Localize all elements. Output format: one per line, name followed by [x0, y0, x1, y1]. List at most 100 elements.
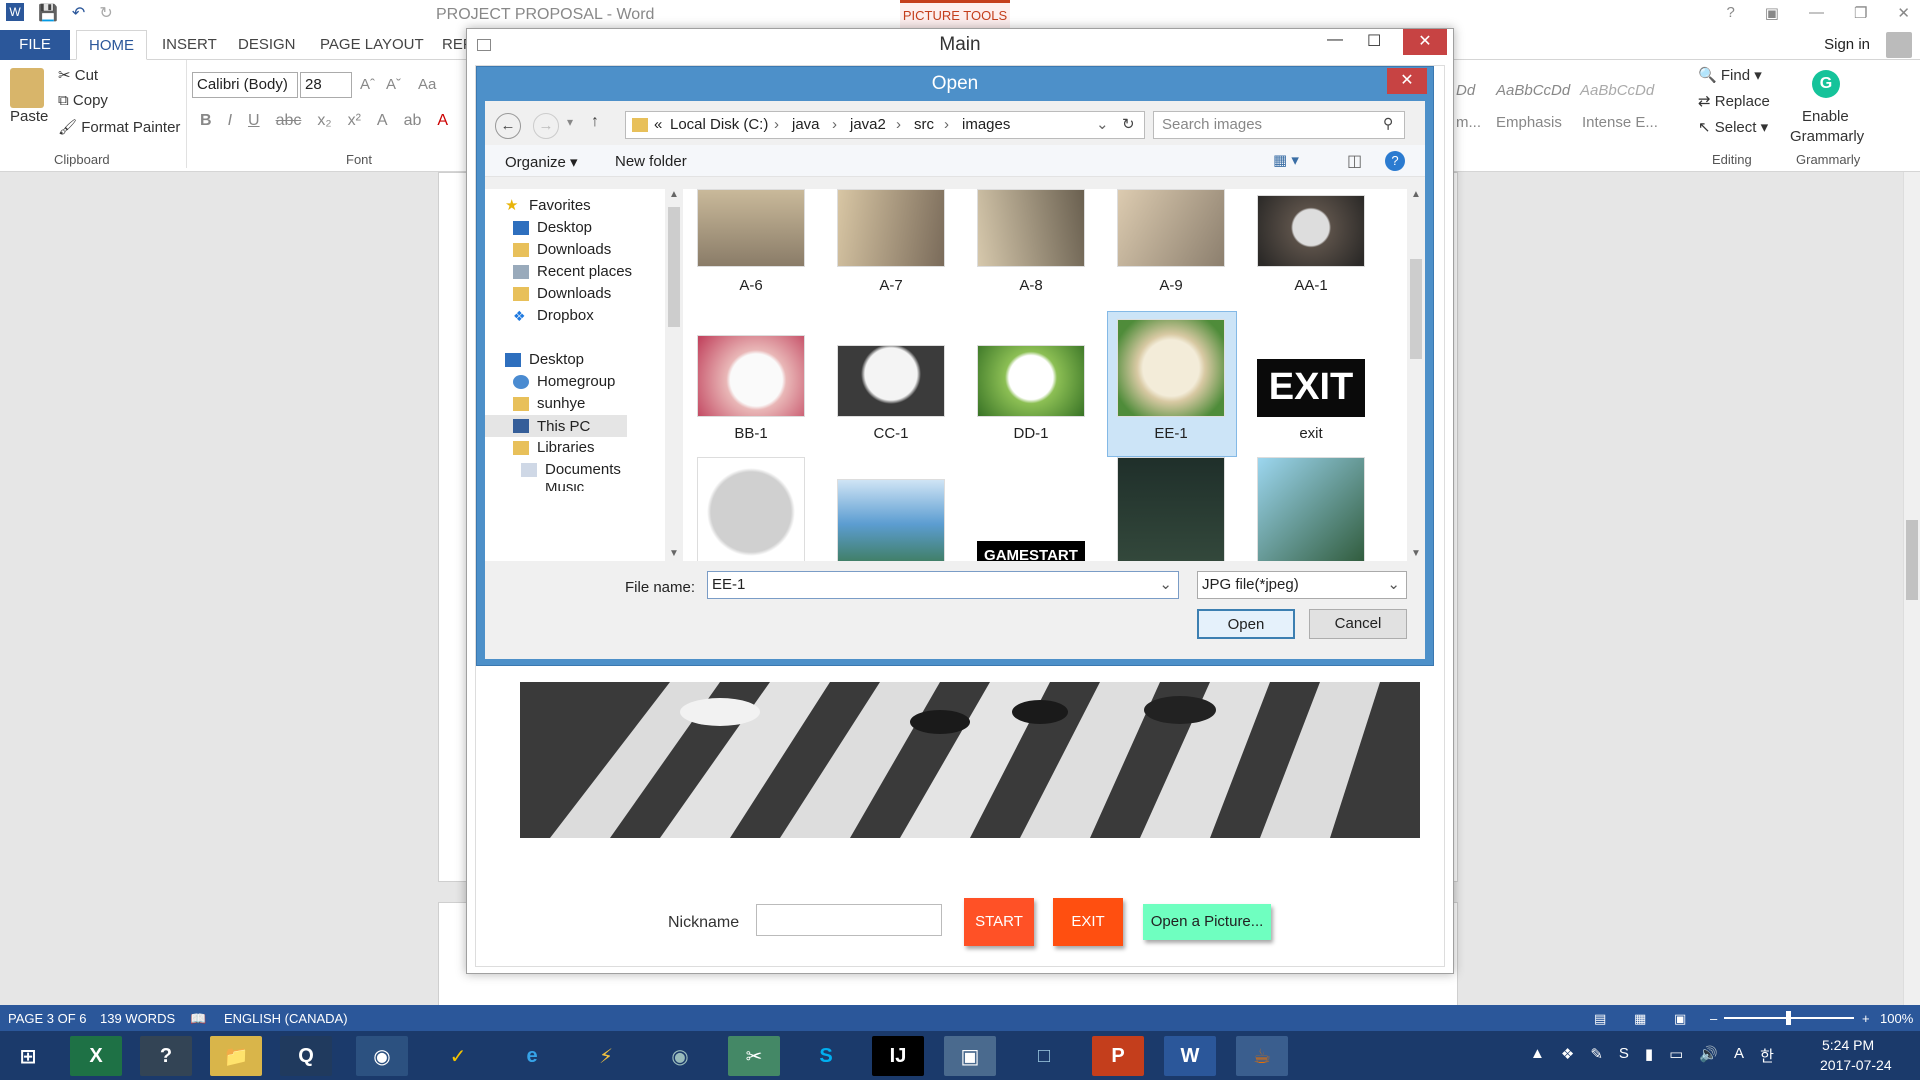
language[interactable]: ENGLISH (CANADA): [224, 1011, 348, 1026]
breadcrumb-src[interactable]: src: [914, 112, 934, 138]
file-label[interactable]: EE-1: [1117, 425, 1225, 442]
file-label[interactable]: DD-1: [977, 425, 1085, 442]
change-case-button[interactable]: Aa: [418, 76, 436, 93]
tab-insert[interactable]: INSERT: [150, 30, 229, 60]
java-icon[interactable]: ☕: [1236, 1036, 1288, 1076]
tab-design[interactable]: DESIGN: [226, 30, 308, 60]
cut-button[interactable]: ✂ Cut: [58, 66, 98, 84]
text-effects-icon[interactable]: A: [377, 112, 388, 130]
open-button[interactable]: Open: [1197, 609, 1295, 639]
style-emphasis-preview[interactable]: AaBbCcDd: [1496, 82, 1570, 99]
tab-file[interactable]: FILE: [0, 30, 70, 60]
strikethrough-icon[interactable]: abc: [276, 112, 302, 130]
minimize-icon[interactable]: —: [1327, 31, 1343, 51]
zoom-level[interactable]: 100%: [1880, 1011, 1913, 1026]
help-desk-icon[interactable]: ?: [140, 1036, 192, 1076]
back-icon[interactable]: ←: [495, 113, 521, 139]
intellij-icon[interactable]: IJ: [872, 1036, 924, 1076]
zoom-out-icon[interactable]: –: [1710, 1011, 1717, 1026]
bold-icon[interactable]: B: [200, 112, 212, 130]
navigation-scrollbar[interactable]: ▲ ▼: [665, 189, 683, 561]
thumbnail-coin[interactable]: [697, 457, 805, 561]
new-folder-button[interactable]: New folder: [615, 153, 687, 170]
nav-downloads[interactable]: Downloads: [513, 241, 611, 258]
read-mode-icon[interactable]: ▤: [1594, 1011, 1606, 1027]
font-color-icon[interactable]: A: [437, 112, 448, 130]
zoom-in-icon[interactable]: +: [1862, 1011, 1870, 1026]
font-name-select[interactable]: Calibri (Body): [192, 72, 298, 98]
maximize-icon[interactable]: ☐: [1367, 31, 1381, 51]
font-size-select[interactable]: 28: [300, 72, 352, 98]
thumbnail-lake[interactable]: [837, 479, 945, 561]
sign-in-link[interactable]: Sign in: [1824, 36, 1870, 53]
search-icon[interactable]: ⚲: [1383, 115, 1393, 132]
quicktime-icon[interactable]: Q: [280, 1036, 332, 1076]
snipping-icon[interactable]: ✂: [728, 1036, 780, 1076]
forward-icon[interactable]: →: [533, 113, 559, 139]
start-button[interactable]: START: [964, 898, 1034, 946]
network-icon[interactable]: ▮: [1645, 1045, 1653, 1066]
thumbnail-a6[interactable]: [697, 189, 805, 267]
organize-button[interactable]: Organize ▾: [505, 153, 578, 171]
clock-date[interactable]: 2017-07-24: [1820, 1057, 1892, 1073]
shrink-font-icon[interactable]: Aˇ: [386, 76, 401, 93]
nav-libraries[interactable]: Libraries: [513, 439, 595, 456]
nav-dropbox[interactable]: ❖ Dropbox: [513, 307, 594, 324]
nav-sunhye[interactable]: sunhye: [513, 395, 585, 412]
file-label[interactable]: A-7: [837, 277, 945, 294]
nav-homegroup[interactable]: Homegroup: [513, 373, 615, 390]
breadcrumb-java2[interactable]: java2: [850, 112, 886, 138]
tab-home[interactable]: HOME: [76, 30, 147, 60]
file-type-select[interactable]: JPG file(*jpeg) ⌄: [1197, 571, 1407, 599]
nav-downloads-2[interactable]: Downloads: [513, 285, 611, 302]
document-scrollbar[interactable]: [1903, 172, 1920, 1005]
close-icon[interactable]: ✕: [1403, 29, 1447, 55]
power-icon[interactable]: ▭: [1669, 1045, 1683, 1066]
scrollbar-thumb[interactable]: [1906, 520, 1918, 600]
subscript-icon[interactable]: x₂: [317, 112, 331, 130]
thumbnail-dd1[interactable]: [977, 345, 1085, 417]
breadcrumb-images[interactable]: images: [962, 112, 1010, 138]
nickname-input[interactable]: [756, 904, 942, 936]
web-layout-icon[interactable]: ▣: [1674, 1011, 1686, 1027]
maximize-icon[interactable]: ❐: [1854, 4, 1867, 22]
thumbnail-cc1[interactable]: [837, 345, 945, 417]
help-icon[interactable]: ?: [1385, 151, 1405, 171]
word-icon[interactable]: W: [1164, 1036, 1216, 1076]
thumbnail-a7[interactable]: [837, 189, 945, 267]
help-icon[interactable]: ?: [1726, 4, 1734, 22]
search-input[interactable]: Search images: [1153, 111, 1405, 139]
tray-expand-icon[interactable]: ▲: [1530, 1045, 1545, 1066]
zoom-slider-thumb[interactable]: [1786, 1011, 1791, 1025]
grammarly-icon[interactable]: G: [1812, 70, 1840, 98]
select-button[interactable]: ↖ Select ▾: [1698, 118, 1768, 136]
nav-recent-places[interactable]: Recent places: [513, 263, 632, 280]
copy-button[interactable]: ⧉ Copy: [58, 92, 108, 109]
preview-pane-icon[interactable]: ◫: [1347, 151, 1362, 171]
chrome-icon[interactable]: ◉: [356, 1036, 408, 1076]
paste-button[interactable]: Paste: [10, 108, 48, 125]
start-icon[interactable]: ⊞: [4, 1036, 52, 1076]
open-picture-button[interactable]: Open a Picture...: [1143, 904, 1271, 940]
clock-time[interactable]: 5:24 PM: [1822, 1037, 1874, 1053]
nav-music[interactable]: Music: [521, 483, 584, 491]
virtualbox-icon[interactable]: □: [1018, 1036, 1070, 1076]
nav-documents[interactable]: Documents: [521, 461, 621, 478]
excel-icon[interactable]: X: [70, 1036, 122, 1076]
enable-grammarly-line2[interactable]: Grammarly: [1790, 128, 1864, 145]
refresh-icon[interactable]: ↻: [1122, 112, 1135, 138]
avatar[interactable]: [1886, 32, 1912, 58]
enable-grammarly-line1[interactable]: Enable: [1802, 108, 1849, 125]
file-name-input[interactable]: EE-1 ⌄: [707, 571, 1179, 599]
ime-icon[interactable]: 한: [1760, 1045, 1774, 1066]
ie-icon[interactable]: e: [506, 1036, 558, 1076]
recent-locations-icon[interactable]: ▾: [567, 115, 573, 129]
style-preview[interactable]: Dd: [1456, 82, 1475, 99]
redo-icon[interactable]: ↻: [99, 3, 112, 23]
tab-page-layout[interactable]: PAGE LAYOUT: [308, 30, 436, 60]
close-icon[interactable]: ✕: [1897, 4, 1910, 22]
superscript-icon[interactable]: x²: [348, 112, 361, 130]
exit-button[interactable]: EXIT: [1053, 898, 1123, 946]
nav-favorites[interactable]: ★ Favorites: [505, 197, 591, 214]
italic-icon[interactable]: I: [228, 112, 232, 130]
